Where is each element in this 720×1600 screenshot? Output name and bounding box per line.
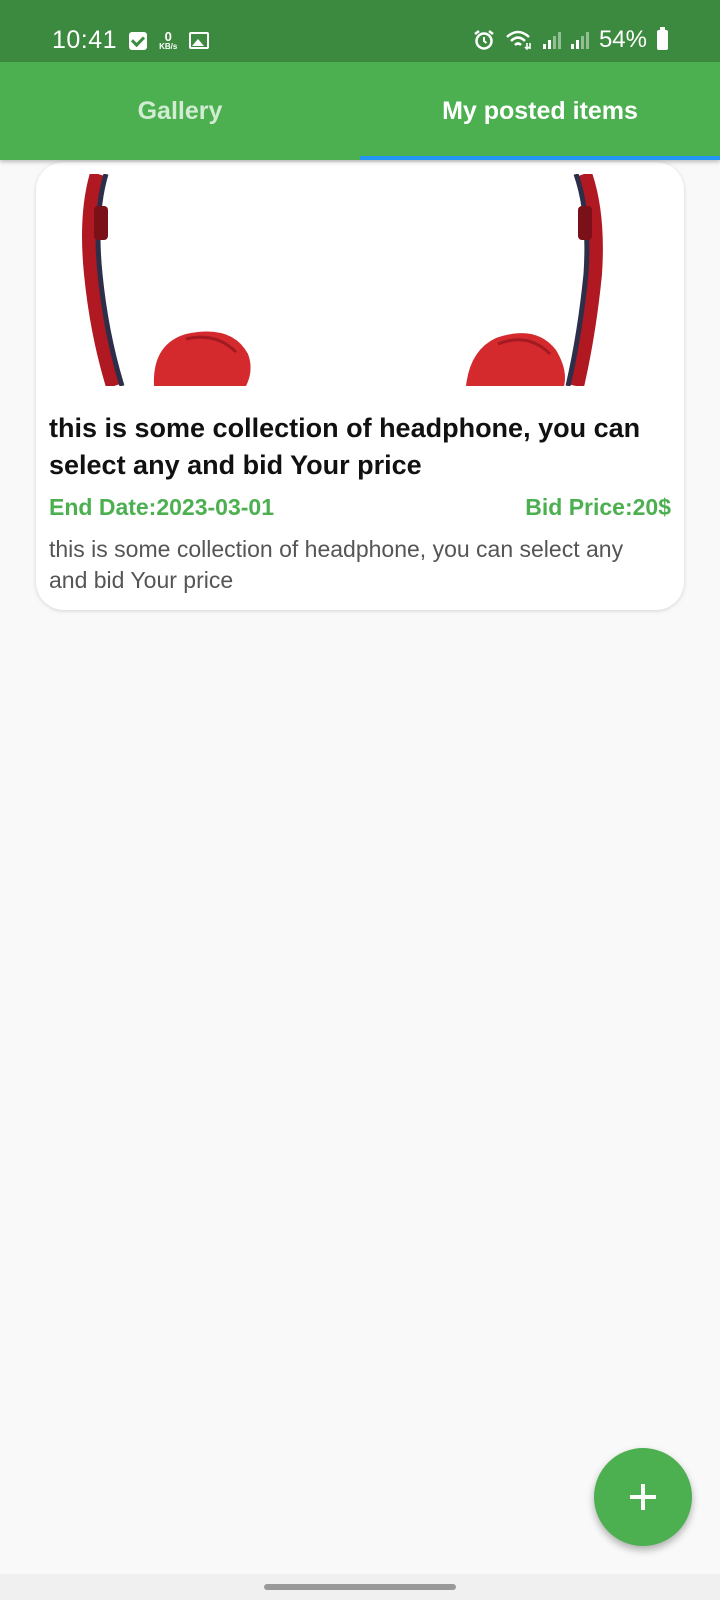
plus-icon xyxy=(630,1484,656,1510)
item-card[interactable]: this is some collection of headphone, yo… xyxy=(36,162,684,610)
tab-my-posted-items[interactable]: My posted items xyxy=(360,62,720,160)
item-bid-price: Bid Price:20$ xyxy=(525,494,671,520)
headphones-image xyxy=(82,174,603,386)
image-icon xyxy=(189,32,210,49)
wifi-icon xyxy=(505,29,533,51)
battery-percent: 54% xyxy=(598,26,647,53)
status-time: 10:41 xyxy=(52,26,118,54)
item-title: this is some collection of headphone, yo… xyxy=(49,413,641,480)
alarm-icon xyxy=(473,29,495,51)
add-item-button[interactable] xyxy=(594,1448,692,1546)
battery-icon xyxy=(657,27,668,50)
status-right: 54% xyxy=(473,26,668,54)
network-speed: 0 KB/s xyxy=(159,30,177,51)
item-image xyxy=(36,174,684,386)
network-speed-unit: KB/s xyxy=(159,42,178,51)
item-meta: End Date:2023-03-01 Bid Price:20$ xyxy=(49,494,671,521)
system-nav-bar xyxy=(0,1574,720,1600)
item-description: this is some collection of headphone, yo… xyxy=(49,536,624,593)
tab-bar: Gallery My posted items xyxy=(0,62,720,160)
signal-icon xyxy=(542,31,561,49)
tab-gallery[interactable]: Gallery xyxy=(0,62,360,160)
check-icon xyxy=(129,31,148,50)
status-left: 10:41 0 KB/s xyxy=(52,26,210,55)
status-bar: 10:41 0 KB/s 54% xyxy=(0,0,720,62)
signal-icon-2 xyxy=(570,31,589,49)
home-handle[interactable] xyxy=(264,1584,456,1590)
item-end-date: End Date:2023-03-01 xyxy=(49,494,274,520)
